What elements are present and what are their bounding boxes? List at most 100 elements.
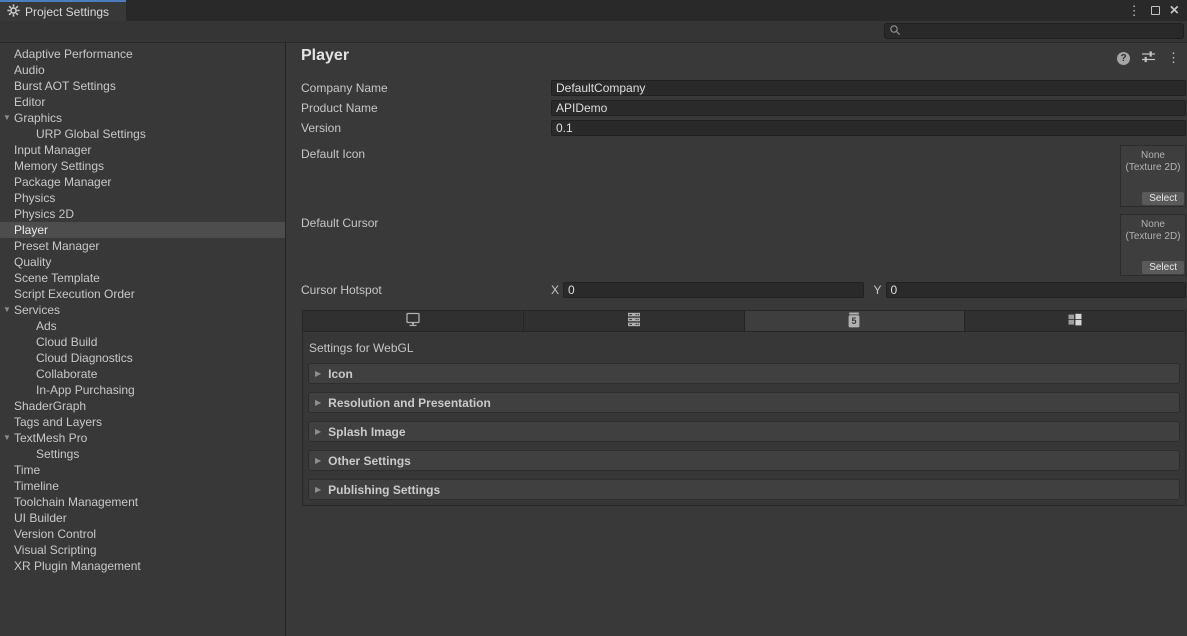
context-menu-icon[interactable] — [1167, 50, 1180, 66]
help-icon[interactable] — [1117, 52, 1130, 65]
texture-none-value: None(Texture 2D) — [1121, 215, 1185, 243]
settings-category-list: Adaptive PerformanceAudio Burst AOT Setti… — [0, 43, 286, 636]
sidebar-item-label: Input Manager — [14, 143, 91, 157]
sidebar-item-ads[interactable]: Ads — [0, 318, 285, 334]
close-icon[interactable] — [1170, 4, 1179, 18]
section-label: Icon — [328, 367, 353, 381]
default-icon-slot[interactable]: None(Texture 2D) Select — [1120, 145, 1186, 207]
sidebar-item-memory-settings[interactable]: Memory Settings — [0, 158, 285, 174]
sidebar-item-settings[interactable]: Settings — [0, 446, 285, 462]
cursor-hotspot-x-input[interactable] — [563, 282, 863, 298]
sidebar-item-editor[interactable]: Editor — [0, 94, 285, 110]
version-label: Version — [301, 121, 551, 135]
version-input[interactable] — [551, 120, 1186, 136]
windows-icon — [1067, 312, 1083, 330]
sidebar-item-label: Visual Scripting — [14, 543, 97, 557]
sidebar-item-xr-plugin-management[interactable]: XR Plugin Management — [0, 558, 285, 574]
sidebar-item-script-execution-order[interactable]: Script Execution Order — [0, 286, 285, 302]
sidebar-item-label: Burst AOT Settings — [14, 79, 116, 93]
sidebar-item-graphics[interactable]: ▼Graphics — [0, 110, 285, 126]
sidebar-item-in-app-purchasing[interactable]: In-App Purchasing — [0, 382, 285, 398]
sidebar-item-physics-2d[interactable]: Physics 2D — [0, 206, 285, 222]
y-axis-label: Y — [874, 283, 882, 297]
sidebar-item-cloud-diagnostics[interactable]: Cloud Diagnostics — [0, 350, 285, 366]
sidebar-item-shadergraph[interactable]: ShaderGraph — [0, 398, 285, 414]
webgl5-icon: 5 — [846, 312, 862, 331]
section-label: Resolution and Presentation — [328, 396, 491, 410]
sidebar-item-quality[interactable]: Quality — [0, 254, 285, 270]
sidebar-item-urp-global-settings[interactable]: URP Global Settings — [0, 126, 285, 142]
sidebar-item-label: Audio — [14, 63, 45, 77]
foldout-expanded-icon[interactable]: ▼ — [3, 110, 11, 126]
sidebar-item-label: Quality — [14, 255, 51, 269]
sidebar-item-scene-template[interactable]: Scene Template — [0, 270, 285, 286]
sidebar-item-label: Settings — [36, 447, 79, 461]
select-button[interactable]: Select — [1142, 261, 1184, 274]
monitor-icon — [405, 312, 421, 330]
foldout-collapsed-icon: ▶ — [315, 485, 321, 494]
sidebar-item-label: Memory Settings — [14, 159, 104, 173]
foldout-collapsed-icon: ▶ — [315, 456, 321, 465]
window-titlebar: Project Settings — [0, 0, 1187, 21]
platform-tab-webgl[interactable]: 5 — [745, 311, 966, 331]
search-box[interactable] — [884, 23, 1184, 39]
server-icon — [626, 312, 642, 330]
platform-tab-dedicated-server[interactable] — [524, 311, 745, 331]
platform-tab-windows[interactable] — [965, 311, 1185, 331]
window-menu-icon[interactable] — [1128, 3, 1141, 19]
project-settings-tab[interactable]: Project Settings — [0, 0, 126, 21]
foldout-expanded-icon[interactable]: ▼ — [3, 430, 11, 446]
sidebar-item-timeline[interactable]: Timeline — [0, 478, 285, 494]
gear-icon — [7, 4, 20, 20]
sidebar-item-tags-and-layers[interactable]: Tags and Layers — [0, 414, 285, 430]
sidebar-item-label: UI Builder — [14, 511, 67, 525]
default-cursor-label: Default Cursor — [301, 216, 378, 230]
sidebar-item-collaborate[interactable]: Collaborate — [0, 366, 285, 382]
sidebar-item-label: Script Execution Order — [14, 287, 135, 301]
sidebar-item-services[interactable]: ▼Services — [0, 302, 285, 318]
presets-icon[interactable] — [1141, 50, 1156, 66]
sidebar-item-toolchain-management[interactable]: Toolchain Management — [0, 494, 285, 510]
maximize-icon[interactable] — [1151, 6, 1160, 15]
sidebar-item-adaptive-performance[interactable]: Adaptive Performance — [0, 46, 285, 62]
cursor-hotspot-label: Cursor Hotspot — [301, 283, 551, 297]
sidebar-item-audio[interactable]: Audio — [0, 62, 285, 78]
section-header-publishing-settings[interactable]: ▶ Publishing Settings — [308, 479, 1180, 500]
section-header-icon[interactable]: ▶Icon — [308, 363, 1180, 384]
sidebar-item-label: Time — [14, 463, 40, 477]
cursor-hotspot-y-input[interactable] — [886, 282, 1186, 298]
sidebar-item-package-manager[interactable]: Package Manager — [0, 174, 285, 190]
company-name-input[interactable] — [551, 80, 1186, 96]
platform-tab-standalone[interactable] — [303, 311, 524, 331]
select-button[interactable]: Select — [1142, 192, 1184, 205]
sidebar-item-physics[interactable]: Physics — [0, 190, 285, 206]
sidebar-item-burst-aot-settings[interactable]: Burst AOT Settings — [0, 78, 285, 94]
search-input[interactable] — [901, 25, 1179, 37]
sidebar-item-preset-manager[interactable]: Preset Manager — [0, 238, 285, 254]
sidebar-item-label: Graphics — [14, 111, 62, 125]
platform-tab-bar: 5 — [303, 311, 1185, 332]
sidebar-item-label: XR Plugin Management — [14, 559, 141, 573]
sidebar-item-visual-scripting[interactable]: Visual Scripting — [0, 542, 285, 558]
sidebar-item-cloud-build[interactable]: Cloud Build — [0, 334, 285, 350]
section-label: Publishing Settings — [328, 483, 440, 497]
sidebar-item-ui-builder[interactable]: UI Builder — [0, 510, 285, 526]
sidebar-item-textmesh-pro[interactable]: ▼TextMesh Pro — [0, 430, 285, 446]
section-header-other-settings[interactable]: ▶Other Settings — [308, 450, 1180, 471]
sidebar-item-player[interactable]: Player — [0, 222, 285, 238]
section-header-splash-image[interactable]: ▶Splash Image — [308, 421, 1180, 442]
sidebar-item-time[interactable]: Time — [0, 462, 285, 478]
sidebar-item-label: TextMesh Pro — [14, 431, 87, 445]
sidebar-item-label: Timeline — [14, 479, 59, 493]
sidebar-item-label: Scene Template — [14, 271, 100, 285]
sidebar-item-label: Player — [14, 223, 48, 237]
section-header-resolution-and-presentation[interactable]: ▶Resolution and Presentation — [308, 392, 1180, 413]
default-cursor-slot[interactable]: None(Texture 2D) Select — [1120, 214, 1186, 276]
default-icon-label: Default Icon — [301, 147, 365, 161]
sidebar-item-input-manager[interactable]: Input Manager — [0, 142, 285, 158]
sidebar-item-version-control[interactable]: Version Control — [0, 526, 285, 542]
product-name-label: Product Name — [301, 101, 551, 115]
foldout-expanded-icon[interactable]: ▼ — [3, 302, 11, 318]
product-name-input[interactable] — [551, 100, 1186, 116]
foldout-collapsed-icon: ▶ — [315, 427, 321, 436]
